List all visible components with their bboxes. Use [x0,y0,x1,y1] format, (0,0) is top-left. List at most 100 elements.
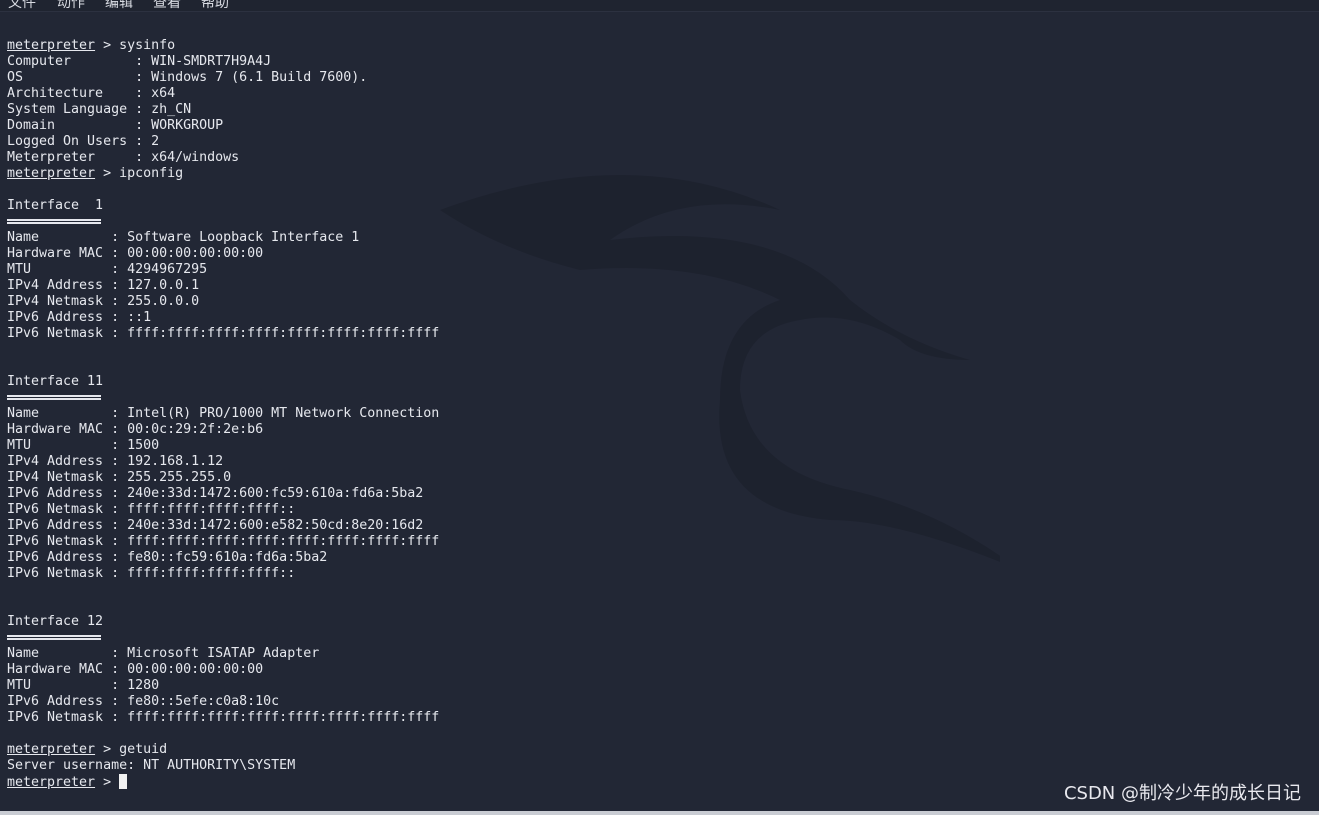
output-line: Interface 1 [7,198,439,214]
menu-help[interactable]: 帮助 [201,0,229,11]
line-text: Computer : WIN-SMDRT7H9A4J [7,54,272,69]
output-line: IPv4 Netmask : 255.255.255.0 [7,470,439,486]
output-line: IPv4 Address : 127.0.0.1 [7,278,439,294]
line-text: IPv6 Address : fe80::fc59:610a:fd6a:5ba2 [7,550,328,565]
bottom-bar [0,811,1319,815]
line-text: Server username: NT AUTHORITY\SYSTEM [7,758,296,773]
output-line: Hardware MAC : 00:00:00:00:00:00 [7,246,439,262]
line-text: IPv4 Address : 192.168.1.12 [7,454,224,469]
line-text: MTU : 4294967295 [7,262,208,277]
line-text: Architecture : x64 [7,86,176,101]
output-line: Hardware MAC : 00:0c:29:2f:2e:b6 [7,422,439,438]
output-line: IPv6 Netmask : ffff:ffff:ffff:ffff:ffff:… [7,326,439,342]
menu-edit[interactable]: 编辑 [105,0,133,11]
line-text: IPv6 Address : ::1 [7,310,152,325]
output-line: Interface 12 [7,614,439,630]
output-line: IPv6 Netmask : ffff:ffff:ffff:ffff:ffff:… [7,710,439,726]
output-line: IPv6 Netmask : ffff:ffff:ffff:ffff:ffff:… [7,534,439,550]
output-line: IPv6 Address : fe80::5efe:c0a8:10c [7,694,439,710]
cursor[interactable] [119,774,128,789]
line-text: > sysinfo [95,38,176,53]
output-line: IPv4 Address : 192.168.1.12 [7,454,439,470]
line-text: IPv6 Address : fe80::5efe:c0a8:10c [7,694,280,709]
output-line: IPv6 Netmask : ffff:ffff:ffff:ffff:: [7,566,439,582]
menu-file[interactable]: 文件 [8,0,36,11]
line-text: IPv6 Netmask : ffff:ffff:ffff:ffff:ffff:… [7,326,440,341]
output-line: Computer : WIN-SMDRT7H9A4J [7,54,439,70]
output-line: MTU : 1500 [7,438,439,454]
line-text: Interface 1 [7,198,104,213]
line-text: OS : Windows 7 (6.1 Build 7600). [7,70,368,85]
output-line: System Language : zh_CN [7,102,439,118]
line-text: IPv6 Netmask : ffff:ffff:ffff:ffff:: [7,502,296,517]
prompt: meterpreter [7,166,96,181]
output-line: IPv6 Address : 240e:33d:1472:600:fc59:61… [7,486,439,502]
line-text: Interface 11 [7,374,104,389]
line-text: > [95,775,120,790]
line-text: IPv6 Address : 240e:33d:1472:600:fc59:61… [7,486,424,501]
output-line: MTU : 1280 [7,678,439,694]
double-rule [7,634,101,640]
output-line: Server username: NT AUTHORITY\SYSTEM [7,758,439,774]
separator [7,390,439,406]
prompt: meterpreter [7,775,96,790]
line-text: System Language : zh_CN [7,102,192,117]
line-text: > getuid [95,742,168,757]
line-text: IPv4 Netmask : 255.255.255.0 [7,470,232,485]
line-text: Name : Intel(R) PRO/1000 MT Network Conn… [7,406,440,421]
separator [7,630,439,646]
output-line: IPv6 Netmask : ffff:ffff:ffff:ffff:: [7,502,439,518]
kali-dragon-watermark-icon [440,175,1000,562]
output-line: IPv6 Address : 240e:33d:1472:600:e582:50… [7,518,439,534]
line-text: IPv6 Netmask : ffff:ffff:ffff:ffff:: [7,566,296,581]
menu-action[interactable]: 动作 [57,0,85,11]
terminal-output[interactable]: meterpreter > sysinfo Computer : WIN-SMDR… [7,38,439,790]
line-text: IPv6 Address : 240e:33d:1472:600:e582:50… [7,518,424,533]
output-line: Domain : WORKGROUP [7,118,439,134]
command-line: meterpreter > ipconfig [7,166,439,182]
output-line: IPv6 Address : ::1 [7,310,439,326]
prompt: meterpreter [7,38,96,53]
line-text: Meterpreter : x64/windows [7,150,240,165]
line-text: MTU : 1500 [7,438,160,453]
double-rule [7,394,101,400]
line-text: Interface 12 [7,614,104,629]
output-line: Hardware MAC : 00:00:00:00:00:00 [7,662,439,678]
output-line: Name : Microsoft ISATAP Adapter [7,646,439,662]
output-line: IPv6 Address : fe80::fc59:610a:fd6a:5ba2 [7,550,439,566]
line-text: IPv4 Address : 127.0.0.1 [7,278,200,293]
output-line: Interface 11 [7,374,439,390]
line-text: MTU : 1280 [7,678,160,693]
double-rule [7,218,101,224]
menu-bar: 文件 动作 编辑 查看 帮助 [0,0,1319,12]
line-text: IPv6 Netmask : ffff:ffff:ffff:ffff:ffff:… [7,710,440,725]
output-line: Name : Software Loopback Interface 1 [7,230,439,246]
output-line: Architecture : x64 [7,86,439,102]
command-line: meterpreter > [7,774,439,790]
output-line: Logged On Users : 2 [7,134,439,150]
line-text: Logged On Users : 2 [7,134,160,149]
command-line: meterpreter > sysinfo [7,38,439,54]
menu-view[interactable]: 查看 [153,0,181,11]
line-text: Name : Software Loopback Interface 1 [7,230,360,245]
output-line: Meterpreter : x64/windows [7,150,439,166]
line-text: Name : Microsoft ISATAP Adapter [7,646,320,661]
output-line: OS : Windows 7 (6.1 Build 7600). [7,70,439,86]
command-line: meterpreter > getuid [7,742,439,758]
line-text: Hardware MAC : 00:00:00:00:00:00 [7,662,264,677]
prompt: meterpreter [7,742,96,757]
output-line: Name : Intel(R) PRO/1000 MT Network Conn… [7,406,439,422]
output-line: IPv4 Netmask : 255.0.0.0 [7,294,439,310]
line-text: Hardware MAC : 00:00:00:00:00:00 [7,246,264,261]
line-text: Hardware MAC : 00:0c:29:2f:2e:b6 [7,422,264,437]
line-text: IPv4 Netmask : 255.0.0.0 [7,294,200,309]
separator [7,214,439,230]
line-text: IPv6 Netmask : ffff:ffff:ffff:ffff:ffff:… [7,534,440,549]
csdn-watermark: CSDN @制冷少年的成长日记 [1063,783,1301,804]
